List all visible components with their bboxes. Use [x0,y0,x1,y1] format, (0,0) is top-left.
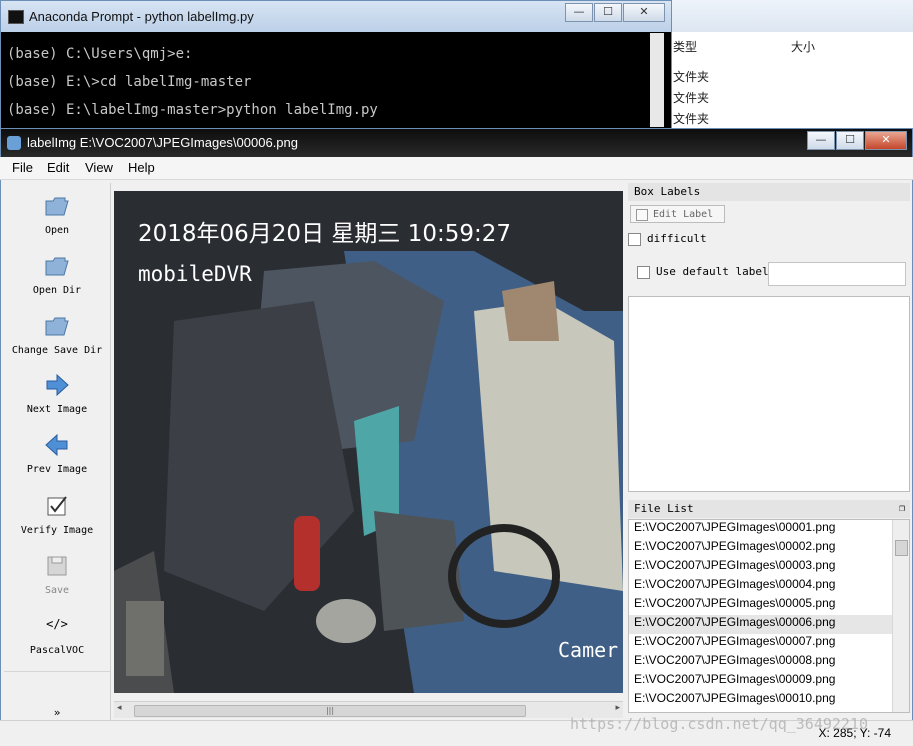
toolbar-extension-chevron-icon[interactable]: » [4,706,110,719]
console-line: (base) E:\labelImg-master>python labelIm… [7,102,378,118]
explorer-row[interactable]: 文件夹 [673,89,709,106]
tool-bar: Open Open Dir Change Save Dir Next Image… [4,183,111,741]
file-list-item[interactable]: E:\VOC2007\JPEGImages\00003.png [629,558,909,577]
code-icon: </> [46,617,68,631]
conda-maximize-button[interactable]: ☐ [594,3,622,22]
file-list-item[interactable]: E:\VOC2007\JPEGImages\00010.png [629,691,909,710]
file-list-item[interactable]: E:\VOC2007\JPEGImages\00006.png [629,615,909,634]
watermark: https://blog.csdn.net/qq_36492210 [570,715,869,733]
difficult-label: difficult [647,232,707,245]
console-line: (base) C:\Users\qmj>e: [7,46,193,62]
open-button[interactable]: Open [4,193,110,236]
console-line: (base) E:\>cd labelImg-master [7,74,252,90]
folder-open-icon [45,317,69,336]
column-size[interactable]: 大小 [791,38,815,55]
minimize-button[interactable]: — [807,131,835,150]
column-type[interactable]: 类型 [673,38,697,55]
folder-open-icon [45,197,69,216]
save-label: Save [44,585,70,596]
maximize-button[interactable]: ☐ [836,131,864,150]
terminal-icon [8,10,24,24]
verify-image-button[interactable]: Verify Image [4,493,110,536]
conda-title-bar[interactable]: Anaconda Prompt - python labelImg.py — ☐… [1,1,671,32]
difficult-checkbox-box[interactable] [628,232,641,246]
next-image-label: Next Image [26,404,88,415]
change-save-dir-button[interactable]: Change Save Dir [4,313,110,356]
console-output[interactable]: (base) C:\Users\qmj>e: (base) E:\>cd lab… [1,32,671,132]
difficult-checkbox[interactable]: difficult [628,232,707,246]
arrow-right-icon [46,373,69,397]
canvas-horizontal-scrollbar[interactable]: ◂ ||| ▸ [114,701,623,718]
use-default-label-checkbox[interactable]: Use default label [637,265,769,279]
scroll-right-icon[interactable]: ▸ [615,703,620,713]
verify-image-label: Verify Image [20,525,94,536]
folder-open-icon [45,257,69,276]
edit-label-text: Edit Label [653,209,714,220]
label-list[interactable] [628,296,910,492]
edit-pencil-icon [636,209,648,221]
use-default-label-text: Use default label [656,265,769,278]
labelimg-app-icon [7,136,21,150]
open-dir-button[interactable]: Open Dir [4,253,110,296]
open-dir-label: Open Dir [32,285,82,296]
file-list-item[interactable]: E:\VOC2007\JPEGImages\00001.png [629,520,909,539]
conda-minimize-button[interactable]: — [565,3,593,22]
change-save-dir-label: Change Save Dir [11,345,103,356]
file-list-scroll-thumb[interactable] [895,540,908,556]
file-list-item[interactable]: E:\VOC2007\JPEGImages\00008.png [629,653,909,672]
box-labels-header: Box Labels [628,183,910,201]
overlay-device: mobileDVR [138,262,252,286]
explorer-row[interactable]: 文件夹 [673,110,709,127]
scroll-left-icon[interactable]: ◂ [117,703,122,713]
window-title: labelImg E:\VOC2007\JPEGImages\00006.png [27,135,298,150]
prev-image-button[interactable]: Prev Image [4,432,110,475]
file-list-header: File List ❐ [628,500,910,518]
labelimg-title-bar[interactable]: labelImg E:\VOC2007\JPEGImages\00006.png… [1,129,912,157]
conda-close-button[interactable]: ✕ [623,3,665,22]
explorer-row[interactable]: 文件夹 [673,68,709,85]
save-button[interactable]: Save [4,553,110,596]
checkbox-check-icon [47,496,67,516]
menu-view[interactable]: View [85,160,113,175]
overlay-corner: Camer [558,638,618,662]
file-list-scrollbar[interactable] [892,520,909,712]
close-button[interactable]: ✕ [865,131,907,150]
open-label: Open [44,225,70,236]
scrollbar-thumb[interactable]: ||| [134,705,526,717]
floppy-disk-icon [47,556,67,576]
explorer-toolbar [661,0,913,32]
anaconda-prompt-window: Anaconda Prompt - python labelImg.py — ☐… [0,0,672,130]
use-default-label-checkbox-box[interactable] [637,265,650,279]
file-list-item[interactable]: E:\VOC2007\JPEGImages\00007.png [629,634,909,653]
menu-bar: File Edit View Help [0,157,913,180]
file-list-title: File List [634,502,694,515]
file-list-item[interactable]: E:\VOC2007\JPEGImages\00004.png [629,577,909,596]
conda-title: Anaconda Prompt - python labelImg.py [29,9,254,24]
edit-label-button[interactable]: Edit Label [630,205,725,223]
undock-icon[interactable]: ❐ [899,500,905,518]
menu-edit[interactable]: Edit [47,160,69,175]
overlay-datetime: 2018年06月20日 星期三 10:59:27 [138,221,511,247]
image-canvas[interactable]: 2018年06月20日 星期三 10:59:27 mobileDVR Camer [114,191,623,693]
bus-camera-image: 2018年06月20日 星期三 10:59:27 mobileDVR Camer [114,191,623,693]
console-scrollbar[interactable] [650,33,664,127]
file-list[interactable]: E:\VOC2007\JPEGImages\00001.png E:\VOC200… [628,519,910,713]
file-list-item[interactable]: E:\VOC2007\JPEGImages\00005.png [629,596,909,615]
default-label-input[interactable] [768,262,906,286]
file-list-item[interactable]: E:\VOC2007\JPEGImages\00002.png [629,539,909,558]
next-image-button[interactable]: Next Image [4,372,110,415]
file-list-item[interactable]: E:\VOC2007\JPEGImages\00009.png [629,672,909,691]
format-label: PascalVOC [29,645,85,656]
explorer-column-header: 类型 大小 [661,36,913,56]
menu-file[interactable]: File [12,160,33,175]
format-pascalvoc-button[interactable]: </> PascalVOC [4,617,110,656]
menu-help[interactable]: Help [128,160,155,175]
prev-image-label: Prev Image [26,464,88,475]
arrow-left-icon [45,433,68,457]
